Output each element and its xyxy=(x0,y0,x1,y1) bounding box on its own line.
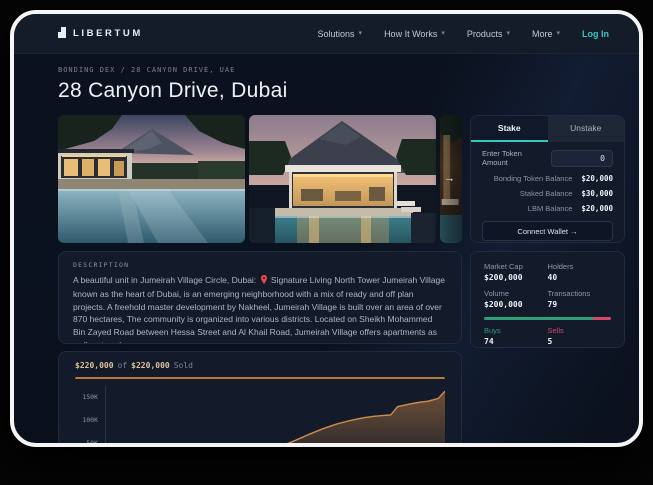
y-tick: 50K xyxy=(86,439,98,447)
brand-name: LIBERTUM xyxy=(73,28,143,39)
chart-header: $220,000 of $220,000 Sold xyxy=(75,361,445,370)
holders-stat: Holders 40 xyxy=(548,262,612,282)
of-label: of xyxy=(118,361,128,370)
nav-item-label: More xyxy=(532,29,553,39)
chevron-down-icon: ▾ xyxy=(506,30,510,37)
market-cap-stat: Market Cap $200,000 xyxy=(484,262,548,282)
description-heading: DESCRIPTION xyxy=(73,261,447,269)
location-pin-icon xyxy=(261,275,267,288)
balance-value: $30,000 xyxy=(581,189,613,198)
stat-value: $200,000 xyxy=(484,273,548,282)
token-amount-label: Enter Token Amount xyxy=(482,149,543,167)
token-amount-input[interactable] xyxy=(551,150,613,167)
stat-value: 40 xyxy=(548,273,612,282)
stats-grid: Market Cap $200,000 Holders 40 Volume $2… xyxy=(484,262,611,309)
property-gallery: → xyxy=(58,115,462,243)
sales-chart-card: $220,000 of $220,000 Sold 150K 100K 50K xyxy=(58,351,462,447)
chart-y-axis: 150K 100K 50K xyxy=(75,386,105,447)
top-nav: LIBERTUM Solutions ▾ How It Works ▾ Prod… xyxy=(14,14,639,54)
lbm-balance-row: LBM Balance $20,000 xyxy=(482,204,613,213)
login-button[interactable]: Log In xyxy=(582,29,609,39)
buys-bar-segment xyxy=(484,317,593,320)
balance-label: LBM Balance xyxy=(528,204,573,213)
sells-value: 5 xyxy=(548,337,612,346)
description-text-part2: Signature Living North Tower Jumeirah Vi… xyxy=(73,275,445,344)
stat-value: 79 xyxy=(548,300,612,309)
stake-body: Enter Token Amount Bonding Token Balance… xyxy=(471,142,624,243)
gallery-next-arrow-icon[interactable]: → xyxy=(444,174,455,185)
stat-label: Volume xyxy=(484,289,548,298)
nav-item-more[interactable]: More ▾ xyxy=(532,29,560,39)
page-background: LIBERTUM Solutions ▾ How It Works ▾ Prod… xyxy=(0,0,653,485)
balance-label: Staked Balance xyxy=(520,189,573,198)
y-tick: 100K xyxy=(82,416,98,424)
chevron-down-icon: ▾ xyxy=(359,30,363,37)
chart-plot: 150K 100K 50K xyxy=(75,386,445,447)
stake-tabs: Stake Unstake xyxy=(471,116,624,142)
sells-stat: Sells 5 xyxy=(548,326,612,346)
balance-value: $20,000 xyxy=(581,204,613,213)
token-amount-row: Enter Token Amount xyxy=(482,149,613,167)
market-stats-panel: Market Cap $200,000 Holders 40 Volume $2… xyxy=(470,251,625,348)
right-column: Stake Unstake Enter Token Amount Bonding… xyxy=(470,115,625,447)
gallery-photo-pool-villa[interactable] xyxy=(58,115,245,243)
connect-wallet-button[interactable]: Connect Wallet → xyxy=(482,221,613,241)
gallery-photo-villa-night[interactable] xyxy=(249,115,436,243)
balance-rows: Bonding Token Balance $20,000 Staked Bal… xyxy=(482,174,613,213)
staked-balance-row: Staked Balance $30,000 xyxy=(482,189,613,198)
tab-stake[interactable]: Stake xyxy=(471,116,548,142)
bonding-token-balance-row: Bonding Token Balance $20,000 xyxy=(482,174,613,183)
nav-item-products[interactable]: Products ▾ xyxy=(467,29,510,39)
stat-label: Holders xyxy=(548,262,612,271)
description-card: DESCRIPTION A beautiful unit in Jumeirah… xyxy=(58,251,462,344)
transactions-stat: Transactions 79 xyxy=(548,289,612,309)
sells-label: Sells xyxy=(548,326,612,335)
left-column: → DESCRIPTION A beautiful unit in Jumeir… xyxy=(58,115,462,447)
chart-plot-area xyxy=(105,386,445,447)
chevron-down-icon: ▾ xyxy=(556,30,560,37)
buys-sells-grid: Buys 74 Sells 5 xyxy=(484,326,611,346)
buys-stat: Buys 74 xyxy=(484,326,548,346)
nav-links: Solutions ▾ How It Works ▾ Products ▾ Mo… xyxy=(318,29,609,39)
sold-amount: $220,000 xyxy=(75,361,114,370)
description-text-part1: A beautiful unit in Jumeirah Village Cir… xyxy=(73,275,256,285)
page-title: 28 Canyon Drive, Dubai xyxy=(58,79,625,103)
nav-item-label: How It Works xyxy=(384,29,437,39)
stake-panel: Stake Unstake Enter Token Amount Bonding… xyxy=(470,115,625,243)
tab-unstake[interactable]: Unstake xyxy=(548,116,625,142)
stat-value: $200,000 xyxy=(484,300,548,309)
total-amount: $220,000 xyxy=(131,361,170,370)
sold-suffix: Sold xyxy=(174,361,193,370)
y-tick: 150K xyxy=(82,393,98,401)
stat-label: Transactions xyxy=(548,289,612,298)
nav-item-label: Products xyxy=(467,29,503,39)
chart-area xyxy=(106,391,445,447)
stat-label: Market Cap xyxy=(484,262,548,271)
nav-item-how-it-works[interactable]: How It Works ▾ xyxy=(384,29,445,39)
app-window: LIBERTUM Solutions ▾ How It Works ▾ Prod… xyxy=(10,10,643,447)
buys-value: 74 xyxy=(484,337,548,346)
balance-value: $20,000 xyxy=(581,174,613,183)
sales-area-chart xyxy=(106,386,445,447)
buys-label: Buys xyxy=(484,326,548,335)
sold-progress-bar xyxy=(75,377,445,379)
nav-item-solutions[interactable]: Solutions ▾ xyxy=(318,29,363,39)
chevron-down-icon: ▾ xyxy=(441,30,445,37)
brand-logo[interactable]: LIBERTUM xyxy=(58,25,143,43)
buy-sell-ratio-bar xyxy=(484,317,611,320)
libertum-logo-icon xyxy=(58,25,67,43)
nav-item-label: Solutions xyxy=(318,29,355,39)
volume-stat: Volume $200,000 xyxy=(484,289,548,309)
balance-label: Bonding Token Balance xyxy=(494,174,573,183)
main-content: BONDING DEX / 28 CANYON DRIVE, UAE 28 Ca… xyxy=(14,54,639,447)
description-text: A beautiful unit in Jumeirah Village Cir… xyxy=(73,274,447,344)
breadcrumb[interactable]: BONDING DEX / 28 CANYON DRIVE, UAE xyxy=(58,66,625,74)
